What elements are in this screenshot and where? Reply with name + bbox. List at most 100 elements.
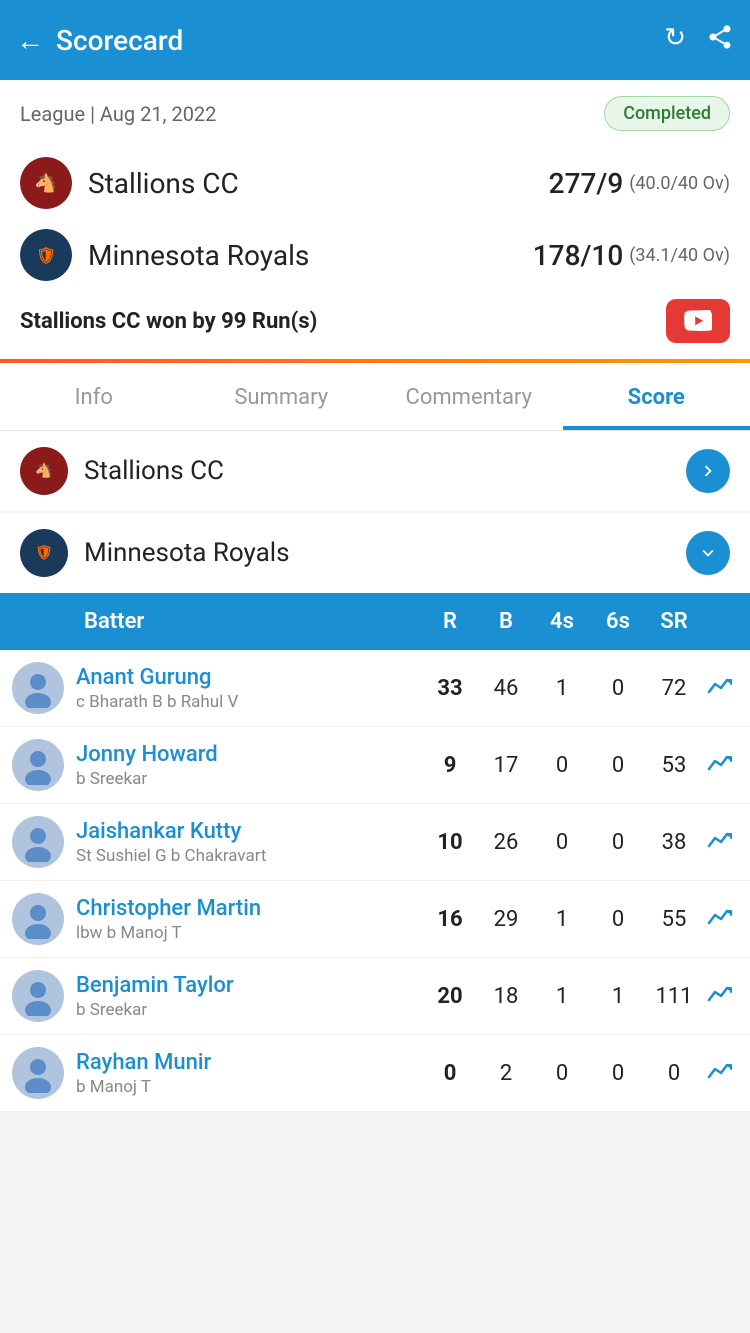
header-actions: ↻ bbox=[664, 23, 734, 58]
team1-collapse-row[interactable]: 🐴 Stallions CC bbox=[0, 431, 750, 511]
batter-chart-icon[interactable] bbox=[702, 1059, 738, 1087]
result-text: Stallions CC won by 99 Run(s) bbox=[20, 309, 317, 334]
batter-chart-icon[interactable] bbox=[702, 751, 738, 779]
batter-name[interactable]: Christopher Martin bbox=[76, 896, 422, 921]
table-row: Benjamin Taylor b Sreekar 20 18 1 1 111 bbox=[0, 958, 750, 1035]
batter-name[interactable]: Anant Gurung bbox=[76, 665, 422, 690]
tab-commentary[interactable]: Commentary bbox=[375, 363, 563, 430]
batter-name[interactable]: Jonny Howard bbox=[76, 742, 422, 767]
batter-info: Anant Gurung c Bharath B b Rahul V bbox=[76, 665, 422, 712]
batter-dismissal: St Sushiel G b Chakravart bbox=[76, 846, 422, 866]
tab-info[interactable]: Info bbox=[0, 363, 188, 430]
table-row: Rayhan Munir b Manoj T 0 2 0 0 0 bbox=[0, 1035, 750, 1112]
table-row: Jaishankar Kutty St Sushiel G b Chakrava… bbox=[0, 804, 750, 881]
col-6s-header: 6s bbox=[590, 609, 646, 634]
team2-collapse-button[interactable] bbox=[686, 531, 730, 575]
batter-dismissal: b Sreekar bbox=[76, 1000, 422, 1020]
batter-runs: 10 bbox=[422, 830, 478, 855]
col-b-header: B bbox=[478, 609, 534, 634]
batter-runs: 16 bbox=[422, 907, 478, 932]
team2-overs: (34.1/40 Ov) bbox=[629, 245, 730, 266]
header: ← Scorecard ↻ bbox=[0, 0, 750, 80]
team1-collapse-logo: 🐴 bbox=[20, 447, 68, 495]
tabs-bar: Info Summary Commentary Score bbox=[0, 363, 750, 431]
batter-sr: 55 bbox=[646, 907, 702, 932]
batter-info: Rayhan Munir b Manoj T bbox=[76, 1050, 422, 1097]
batter-runs: 9 bbox=[422, 753, 478, 778]
team1-overs: (40.0/40 Ov) bbox=[629, 173, 730, 194]
status-badge: Completed bbox=[604, 96, 730, 131]
youtube-button[interactable] bbox=[666, 299, 730, 343]
batter-sixes: 0 bbox=[590, 753, 646, 778]
batter-runs: 0 bbox=[422, 1061, 478, 1086]
batter-avatar bbox=[12, 1047, 64, 1099]
col-batter-header: Batter bbox=[76, 609, 422, 634]
batter-dismissal: c Bharath B b Rahul V bbox=[76, 692, 422, 712]
batter-info: Christopher Martin lbw b Manoj T bbox=[76, 896, 422, 943]
batter-sixes: 0 bbox=[590, 830, 646, 855]
team2-collapse-logo: 🛡 bbox=[20, 529, 68, 577]
col-sr-header: SR bbox=[646, 609, 702, 634]
batter-info: Jaishankar Kutty St Sushiel G b Chakrava… bbox=[76, 819, 422, 866]
batter-info: Benjamin Taylor b Sreekar bbox=[76, 973, 422, 1020]
batter-sr: 38 bbox=[646, 830, 702, 855]
team2-score: 178/10 bbox=[533, 239, 624, 272]
share-button[interactable] bbox=[706, 23, 734, 58]
back-button[interactable]: ← bbox=[16, 24, 44, 57]
batter-sr: 111 bbox=[646, 984, 702, 1009]
tab-score[interactable]: Score bbox=[563, 363, 750, 430]
batter-runs: 20 bbox=[422, 984, 478, 1009]
table-row: Anant Gurung c Bharath B b Rahul V 33 46… bbox=[0, 650, 750, 727]
batter-info: Jonny Howard b Sreekar bbox=[76, 742, 422, 789]
batter-name[interactable]: Rayhan Munir bbox=[76, 1050, 422, 1075]
col-4s-header: 4s bbox=[534, 609, 590, 634]
batter-rows-container: Anant Gurung c Bharath B b Rahul V 33 46… bbox=[0, 650, 750, 1112]
batter-balls: 17 bbox=[478, 753, 534, 778]
team2-collapse-row[interactable]: 🛡 Minnesota Royals bbox=[0, 513, 750, 593]
batter-balls: 2 bbox=[478, 1061, 534, 1086]
batter-fours: 1 bbox=[534, 984, 590, 1009]
team2-row: 🛡 Minnesota Royals 178/10 (34.1/40 Ov) bbox=[20, 219, 730, 291]
batter-fours: 1 bbox=[534, 676, 590, 701]
batter-sixes: 0 bbox=[590, 907, 646, 932]
batter-sr: 0 bbox=[646, 1061, 702, 1086]
batter-avatar bbox=[12, 816, 64, 868]
table-row: Christopher Martin lbw b Manoj T 16 29 1… bbox=[0, 881, 750, 958]
batter-balls: 46 bbox=[478, 676, 534, 701]
batter-name[interactable]: Jaishankar Kutty bbox=[76, 819, 422, 844]
team1-collapse-name: Stallions CC bbox=[84, 456, 686, 486]
batter-dismissal: lbw b Manoj T bbox=[76, 923, 422, 943]
batter-avatar bbox=[12, 739, 64, 791]
team1-score: 277/9 bbox=[549, 167, 624, 200]
batter-avatar bbox=[12, 893, 64, 945]
batter-sixes: 1 bbox=[590, 984, 646, 1009]
batter-avatar bbox=[12, 970, 64, 1022]
team2-collapse-name: Minnesota Royals bbox=[84, 538, 686, 568]
batter-sr: 53 bbox=[646, 753, 702, 778]
batter-fours: 1 bbox=[534, 907, 590, 932]
team2-name: Minnesota Royals bbox=[88, 239, 533, 272]
result-row: Stallions CC won by 99 Run(s) bbox=[20, 291, 730, 347]
team1-expand-button[interactable] bbox=[686, 449, 730, 493]
col-r-header: R bbox=[422, 609, 478, 634]
batter-sr: 72 bbox=[646, 676, 702, 701]
batter-chart-icon[interactable] bbox=[702, 828, 738, 856]
batter-table-header: Batter R B 4s 6s SR bbox=[0, 593, 750, 650]
batter-chart-icon[interactable] bbox=[702, 905, 738, 933]
scorecard-section: 🐴 Stallions CC 🛡 Minnesota Royals Batter… bbox=[0, 431, 750, 1112]
page-title: Scorecard bbox=[56, 24, 664, 57]
batter-chart-icon[interactable] bbox=[702, 982, 738, 1010]
match-meta: League | Aug 21, 2022 bbox=[20, 102, 216, 126]
team2-logo: 🛡 bbox=[20, 229, 72, 281]
batter-sixes: 0 bbox=[590, 676, 646, 701]
tab-summary[interactable]: Summary bbox=[188, 363, 376, 430]
batter-name[interactable]: Benjamin Taylor bbox=[76, 973, 422, 998]
batter-fours: 0 bbox=[534, 830, 590, 855]
batter-chart-icon[interactable] bbox=[702, 674, 738, 702]
batter-balls: 18 bbox=[478, 984, 534, 1009]
refresh-button[interactable]: ↻ bbox=[664, 23, 686, 58]
table-row: Jonny Howard b Sreekar 9 17 0 0 53 bbox=[0, 727, 750, 804]
batter-balls: 26 bbox=[478, 830, 534, 855]
batter-fours: 0 bbox=[534, 1061, 590, 1086]
batter-dismissal: b Manoj T bbox=[76, 1077, 422, 1097]
